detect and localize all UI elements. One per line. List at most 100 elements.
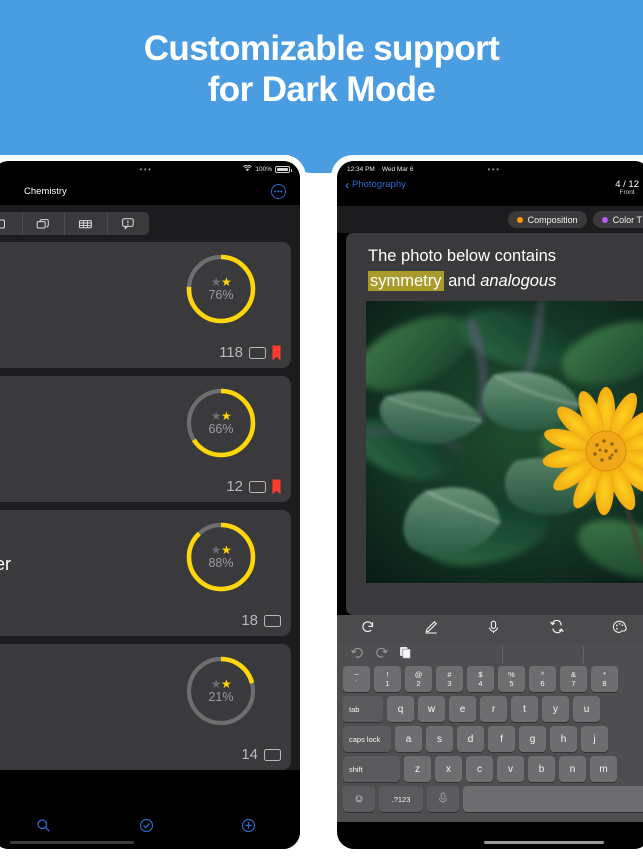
card-count: 118 <box>219 344 243 361</box>
pencil-icon <box>424 620 438 639</box>
rotate-button[interactable] <box>337 620 400 639</box>
right-device-screen: 12:34 PM Wed Mar 6 ••• ‹ Photography 4 /… <box>337 161 643 849</box>
deck-footer: 118 <box>219 344 281 361</box>
keyboard-row-numbers: ~ ` ! 1 @2 #3 $4 % 5 ^ 6 & 7 * 8 <box>337 666 643 696</box>
key-u[interactable]: u <box>573 696 600 722</box>
key-f[interactable]: f <box>488 726 515 752</box>
key-top-label: ^ <box>540 670 545 679</box>
keyboard-divider <box>583 646 584 663</box>
tab-card[interactable] <box>0 212 23 235</box>
key-t[interactable]: t <box>511 696 538 722</box>
keyboard-predictive-bar <box>337 643 643 666</box>
key-v[interactable]: v <box>497 756 524 782</box>
bookmark-icon[interactable] <box>272 345 281 361</box>
bookmark-icon[interactable] <box>272 479 281 495</box>
key-tilde[interactable]: ~ ` <box>343 666 370 692</box>
left-status-bar: ••• 100% <box>0 161 300 178</box>
flashcard[interactable]: The photo below contains symmetry and an… <box>346 233 643 615</box>
more-options-button[interactable]: ••• <box>271 184 286 199</box>
key-s[interactable]: s <box>426 726 453 752</box>
key-4[interactable]: $4 <box>467 666 494 692</box>
key-caps-lock[interactable]: caps lock <box>343 726 391 752</box>
tag-color-theory[interactable]: Color T <box>592 211 643 228</box>
draw-button[interactable] <box>400 620 463 639</box>
deck-title: ter <box>0 554 12 574</box>
key-x[interactable]: x <box>435 756 462 782</box>
card-count: 14 <box>241 746 258 763</box>
left-device-frame: ••• 100% Chemistry ••• ★★ 76% 118 ★★ 66%… <box>0 155 306 855</box>
redo-button[interactable] <box>375 646 388 664</box>
key-a[interactable]: a <box>395 726 422 752</box>
key-top-label: * <box>603 670 606 679</box>
view-mode-segmented-control[interactable] <box>0 212 149 235</box>
key-8[interactable]: * 8 <box>591 666 618 692</box>
search-button[interactable] <box>0 818 95 838</box>
progress-ring: ★★ 76% <box>184 252 258 326</box>
back-button[interactable]: ‹ Photography <box>345 177 406 192</box>
card-count-icon <box>264 614 281 627</box>
tab-decks[interactable] <box>23 212 65 235</box>
key-bottom-label: 7 <box>571 679 576 688</box>
table-grid-icon <box>78 218 93 230</box>
key-top-label: $ <box>478 670 483 679</box>
key-bottom-label: 2 <box>416 679 421 688</box>
tag-composition[interactable]: Composition <box>507 211 587 228</box>
key-7[interactable]: & 7 <box>560 666 587 692</box>
dictation-key[interactable] <box>427 786 459 812</box>
flashcard-text-line1: The photo below contains <box>368 247 557 265</box>
add-button[interactable] <box>197 818 300 838</box>
list-item[interactable]: ★★ 66% 12 <box>0 376 291 502</box>
key-5[interactable]: % 5 <box>498 666 525 692</box>
rotate-icon <box>361 620 375 639</box>
key-n[interactable]: n <box>559 756 586 782</box>
numeric-key[interactable]: .?123 <box>379 786 423 812</box>
tab-table[interactable] <box>65 212 108 235</box>
key-w[interactable]: w <box>418 696 445 722</box>
key-shift[interactable]: shift <box>343 756 400 782</box>
key-g[interactable]: g <box>519 726 546 752</box>
wifi-icon <box>243 164 253 174</box>
key-c[interactable]: c <box>466 756 493 782</box>
key-bottom-label: 4 <box>478 679 483 688</box>
back-button-label: Photography <box>352 179 406 190</box>
audio-button[interactable] <box>463 620 526 639</box>
key-h[interactable]: h <box>550 726 577 752</box>
edit-toolbar <box>337 615 643 643</box>
list-item[interactable]: ★★ 76% 118 <box>0 242 291 368</box>
key-j[interactable]: j <box>581 726 608 752</box>
tab-notes[interactable] <box>108 212 150 235</box>
chevron-left-icon: ‹ <box>345 177 349 192</box>
key-e[interactable]: e <box>449 696 476 722</box>
space-key[interactable] <box>463 786 643 812</box>
key-b[interactable]: b <box>528 756 555 782</box>
key-z[interactable]: z <box>404 756 431 782</box>
key-q[interactable]: q <box>387 696 414 722</box>
key-d[interactable]: d <box>457 726 484 752</box>
on-screen-keyboard: ~ ` ! 1 @2 #3 $4 % 5 ^ 6 & 7 * 8 tab q w e r t <box>337 643 643 844</box>
flip-button[interactable] <box>525 619 588 639</box>
key-3[interactable]: #3 <box>436 666 463 692</box>
palette-button[interactable] <box>588 620 643 639</box>
key-y[interactable]: y <box>542 696 569 722</box>
paste-button[interactable] <box>399 646 412 664</box>
key-r[interactable]: r <box>480 696 507 722</box>
check-button[interactable] <box>95 818 198 838</box>
flashcard-text: The photo below contains symmetry and an… <box>346 244 643 294</box>
key-top-label: ! <box>386 670 389 679</box>
palette-icon <box>612 620 627 639</box>
keyboard-divider <box>502 646 503 663</box>
undo-button[interactable] <box>351 646 364 664</box>
search-icon <box>36 818 51 838</box>
keyboard-row-tab: tab q w e r t y u <box>337 696 643 726</box>
card-counter: 4 / 12 Front <box>615 179 639 196</box>
key-2[interactable]: @2 <box>405 666 432 692</box>
key-m[interactable]: m <box>590 756 617 782</box>
emoji-key[interactable]: ☺ <box>343 786 375 812</box>
list-item[interactable]: ★★ 21% 14 <box>0 644 291 770</box>
progress-percent: 66% <box>208 421 234 436</box>
key-tab[interactable]: tab <box>343 696 383 722</box>
key-6[interactable]: ^ 6 <box>529 666 556 692</box>
key-1[interactable]: ! 1 <box>374 666 401 692</box>
list-item[interactable]: ter ★★ 88% 18 <box>0 510 291 636</box>
tag-row: Composition Color T <box>337 206 643 233</box>
